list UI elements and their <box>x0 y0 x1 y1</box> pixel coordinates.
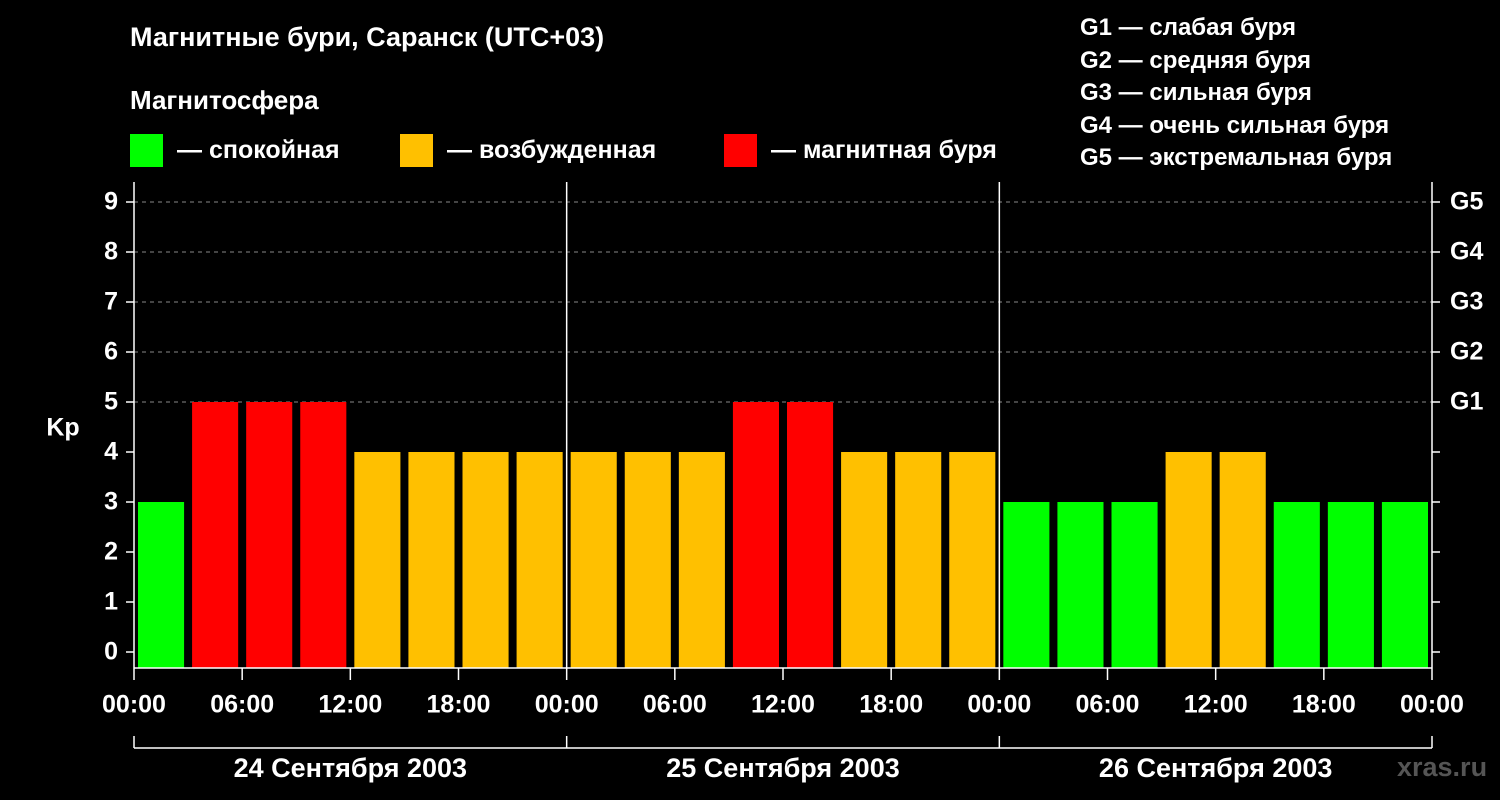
right-tick-label: G4 <box>1450 238 1483 266</box>
bar <box>895 452 942 668</box>
y-tick-label: 2 <box>104 538 118 566</box>
y-tick-label: 8 <box>104 238 118 266</box>
watermark: xras.ru <box>1397 752 1488 782</box>
bar <box>841 452 888 668</box>
y-axis-label: Kp <box>46 414 79 442</box>
bar <box>192 402 239 668</box>
bar <box>408 452 455 668</box>
bar <box>678 452 725 668</box>
bar <box>1381 502 1428 668</box>
bar <box>1111 502 1158 668</box>
day-label: 26 Сентября 2003 <box>1099 753 1332 783</box>
right-tick-label: G1 <box>1450 388 1483 416</box>
y-tick-label: 7 <box>104 288 118 316</box>
y-tick-label: 1 <box>104 588 118 616</box>
x-tick-label: 06:00 <box>210 691 274 719</box>
x-tick-label: 12:00 <box>318 691 382 719</box>
x-tick-label: 00:00 <box>967 691 1031 719</box>
kp-chart: 0 1 2 3 4 5 6 7 8 9 G1 G2 G3 G4 G5 Kp 00:00 06:00 12:00 18:… <box>46 182 1483 783</box>
bar <box>1003 502 1050 668</box>
day-label: 25 Сентября 2003 <box>666 753 899 783</box>
x-tick-label: 06:00 <box>643 691 707 719</box>
bar <box>516 452 563 668</box>
bar <box>354 452 401 668</box>
x-tick-label: 18:00 <box>859 691 923 719</box>
x-tick-label: 12:00 <box>1184 691 1248 719</box>
x-tick-label: 18:00 <box>427 691 491 719</box>
bar <box>462 452 509 668</box>
right-tick-label: G3 <box>1450 288 1483 316</box>
y-tick-label: 4 <box>104 438 118 466</box>
y-tick-label: 0 <box>104 638 118 666</box>
y-tick-label: 6 <box>104 338 118 366</box>
x-tick-label: 12:00 <box>751 691 815 719</box>
right-tick-label: G2 <box>1450 338 1483 366</box>
bar <box>1219 452 1266 668</box>
right-tick-label: G5 <box>1450 188 1483 216</box>
day-label: 24 Сентября 2003 <box>234 753 467 783</box>
bar <box>138 502 185 668</box>
y-tick-label: 3 <box>104 488 118 516</box>
bar <box>732 402 779 668</box>
x-tick-label: 06:00 <box>1076 691 1140 719</box>
bar <box>1057 502 1104 668</box>
bar <box>246 402 293 668</box>
bar <box>1165 452 1212 668</box>
x-tick-label: 00:00 <box>102 691 166 719</box>
bar <box>949 452 996 668</box>
bar <box>570 452 617 668</box>
bar <box>1327 502 1374 668</box>
y-tick-label: 5 <box>104 388 118 416</box>
bar <box>1273 502 1320 668</box>
x-tick-label: 00:00 <box>1400 691 1464 719</box>
y-tick-label: 9 <box>104 188 118 216</box>
x-tick-label: 00:00 <box>535 691 599 719</box>
bar <box>787 402 834 668</box>
bar <box>300 402 347 668</box>
x-tick-label: 18:00 <box>1292 691 1356 719</box>
bar <box>624 452 671 668</box>
